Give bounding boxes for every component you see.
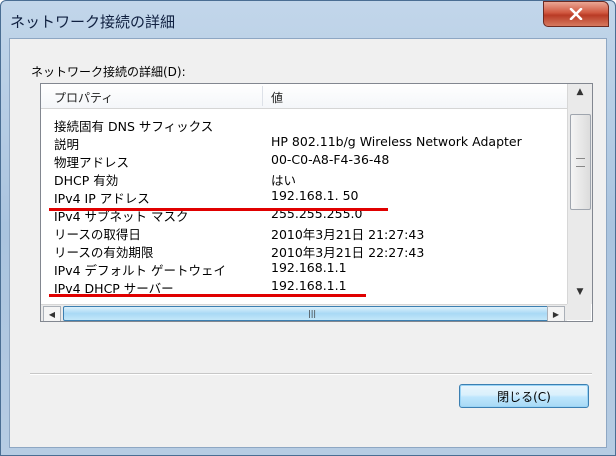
table-row[interactable]: IPv4 IP アドレス 192.168.1. 50 — [41, 188, 567, 206]
window-title: ネットワーク接続の詳細 — [10, 13, 176, 31]
property-cell: リースの取得日 — [54, 227, 141, 242]
property-cell: 接続固有 DNS サフィックス — [54, 119, 214, 134]
separator-line — [30, 373, 592, 375]
table-row[interactable]: 物理アドレス 00-C0-A8-F4-36-48 — [41, 152, 567, 170]
list-header: プロパティ 値 — [41, 84, 567, 109]
vertical-scroll-thumb[interactable] — [570, 114, 591, 210]
value-cell: 192.168.1.1 — [271, 260, 347, 275]
scroll-down-arrow-icon[interactable]: ▼ — [568, 284, 592, 300]
value-cell: HP 802.11b/g Wireless Network Adapter — [271, 134, 522, 149]
table-row[interactable]: IPv4 DHCP サーバー 192.168.1.1 — [41, 278, 567, 296]
gateway-underline — [49, 294, 366, 297]
property-cell: 説明 — [54, 137, 80, 152]
table-row[interactable]: IPv4 デフォルト ゲートウェイ 192.168.1.1 — [41, 260, 567, 278]
property-cell: 物理アドレス — [54, 155, 130, 170]
column-header-property[interactable]: プロパティ — [54, 89, 113, 106]
x-icon — [569, 8, 583, 20]
column-divider[interactable] — [262, 86, 263, 106]
property-cell: リースの有効期限 — [54, 245, 154, 260]
details-listview[interactable]: プロパティ 値 接続固有 DNS サフィックス 説明 HP 802.11b/g … — [40, 83, 593, 322]
value-cell: 2010年3月21日 22:27:43 — [271, 245, 425, 260]
vertical-scrollbar[interactable]: ▲ ▼ — [567, 84, 592, 304]
details-label: ネットワーク接続の詳細(D): — [31, 65, 186, 79]
property-cell: DHCP 有効 — [54, 173, 119, 188]
scrollbar-corner — [567, 304, 591, 320]
value-cell: 192.168.1. 50 — [271, 188, 359, 203]
horizontal-scrollbar[interactable]: ◀ ||| ▶ — [41, 304, 567, 321]
table-row[interactable]: リースの取得日 2010年3月21日 21:27:43 — [41, 224, 567, 242]
grip-icon — [576, 158, 585, 167]
close-button[interactable]: 閉じる(C) — [459, 384, 589, 408]
scroll-up-arrow-icon[interactable]: ▲ — [568, 84, 592, 100]
table-row[interactable]: 接続固有 DNS サフィックス — [41, 116, 567, 134]
value-cell: はい — [271, 173, 297, 188]
table-row[interactable]: リースの有効期限 2010年3月21日 22:27:43 — [41, 242, 567, 260]
property-cell: IPv4 IP アドレス — [54, 191, 150, 206]
value-cell: 00-C0-A8-F4-36-48 — [271, 152, 390, 167]
value-cell: 192.168.1.1 — [271, 278, 347, 293]
table-row[interactable]: DHCP 有効 はい — [41, 170, 567, 188]
window-close-button[interactable] — [543, 1, 609, 27]
horizontal-scroll-thumb[interactable]: ||| — [63, 306, 549, 321]
value-cell: 2010年3月21日 21:27:43 — [271, 227, 425, 242]
scroll-left-arrow-icon[interactable]: ◀ — [43, 306, 61, 321]
scroll-right-arrow-icon[interactable]: ▶ — [547, 306, 565, 321]
property-cell: IPv4 デフォルト ゲートウェイ — [54, 263, 227, 278]
table-row[interactable]: 説明 HP 802.11b/g Wireless Network Adapter — [41, 134, 567, 152]
column-header-value[interactable]: 値 — [271, 89, 283, 106]
grip-icon: ||| — [308, 309, 317, 318]
ip-address-underline — [49, 208, 388, 211]
